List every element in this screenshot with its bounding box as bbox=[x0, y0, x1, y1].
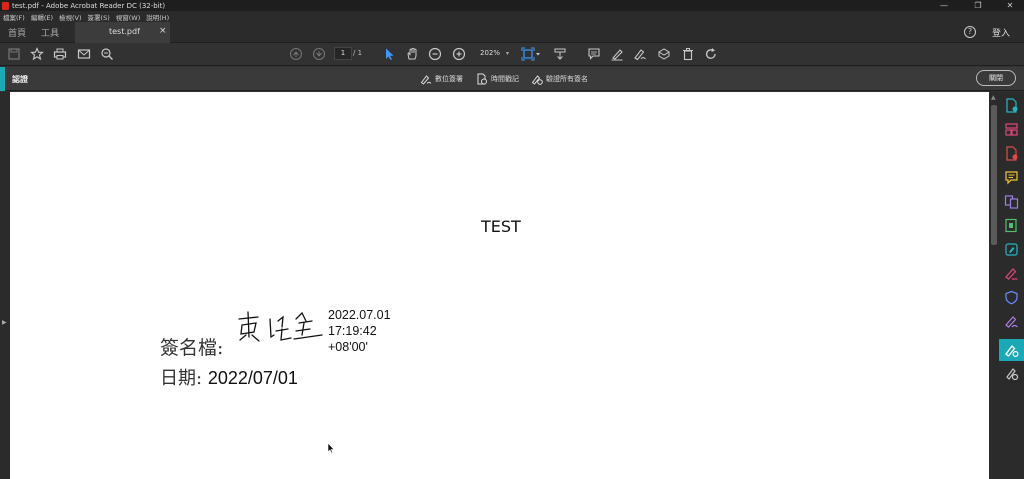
signature-label: 簽名檔: bbox=[160, 337, 224, 359]
verify-sign-icon bbox=[531, 75, 543, 85]
zoom-in-icon[interactable] bbox=[452, 47, 466, 61]
print-icon[interactable] bbox=[53, 47, 67, 61]
date-field: 日期: 2022/07/01 bbox=[160, 364, 298, 390]
verify-signatures-label: 驗證所有簽名 bbox=[546, 75, 588, 83]
tab-home[interactable]: 首頁 bbox=[8, 26, 26, 39]
menu-help[interactable]: 說明(H) bbox=[146, 12, 169, 22]
zoom-value: 202% bbox=[480, 49, 501, 57]
vertical-scrollbar[interactable]: ▲ bbox=[989, 92, 999, 479]
document-title: TEST bbox=[481, 217, 521, 236]
scroll-up-icon[interactable]: ▲ bbox=[991, 94, 996, 101]
zoom-select[interactable]: 202% ▾ bbox=[474, 47, 514, 60]
mouse-cursor-icon bbox=[327, 442, 335, 454]
close-tool-button[interactable]: 關閉 bbox=[976, 70, 1016, 86]
combine-files-icon[interactable] bbox=[1004, 194, 1019, 209]
handwritten-signature[interactable] bbox=[236, 307, 328, 347]
tool-accent-strip bbox=[0, 67, 5, 91]
hand-tool-icon[interactable] bbox=[405, 47, 419, 61]
verify-signatures-button[interactable]: 驗證所有簽名 bbox=[531, 73, 588, 85]
document-clock-icon bbox=[477, 73, 487, 85]
login-button[interactable]: 登入 bbox=[992, 26, 1010, 39]
tab-close-icon[interactable]: × bbox=[159, 26, 167, 36]
delete-icon[interactable] bbox=[681, 47, 695, 61]
create-pdf-icon[interactable] bbox=[1004, 98, 1019, 113]
signature-timestamp: 2022.07.01 17:19:42 +08'00' bbox=[328, 307, 391, 355]
chevron-down-icon: ▾ bbox=[505, 50, 509, 57]
previous-page-icon[interactable] bbox=[289, 47, 303, 61]
page-total: / 1 bbox=[353, 49, 363, 57]
stamp-icon[interactable] bbox=[657, 47, 671, 61]
organize-pages-icon[interactable] bbox=[1004, 122, 1019, 137]
menu-file[interactable]: 檔案(F) bbox=[3, 12, 25, 22]
save-icon[interactable] bbox=[7, 47, 21, 61]
comment-tool-icon[interactable] bbox=[1004, 170, 1019, 185]
scrollbar-thumb[interactable] bbox=[991, 105, 997, 245]
tab-tools[interactable]: 工具 bbox=[41, 26, 59, 39]
help-icon[interactable]: ? bbox=[964, 26, 976, 38]
fit-page-icon[interactable] bbox=[521, 47, 541, 61]
more-tools-icon[interactable] bbox=[1004, 366, 1019, 381]
certificates-toolbar: 認證 數位簽署 時間戳記 驗證所有簽名 bbox=[0, 67, 1024, 91]
signature-time: 17:19:42 bbox=[328, 324, 377, 338]
menu-window[interactable]: 視窗(W) bbox=[116, 12, 141, 22]
certificates-tool-icon[interactable] bbox=[999, 339, 1024, 361]
document-page[interactable] bbox=[10, 92, 989, 479]
next-page-icon[interactable] bbox=[312, 47, 326, 61]
left-panel: ▶ bbox=[0, 92, 10, 479]
rotate-icon[interactable] bbox=[704, 47, 718, 61]
protect-shield-icon[interactable] bbox=[1004, 290, 1019, 305]
signature-timezone: +08'00' bbox=[328, 340, 368, 354]
menu-sign[interactable]: 簽署(S) bbox=[88, 12, 110, 22]
window-titlebar: test.pdf - Adobe Acrobat Reader DC (32-b… bbox=[0, 0, 1024, 11]
fill-sign-icon[interactable] bbox=[1004, 266, 1019, 281]
certificates-title: 認證 bbox=[12, 75, 28, 84]
window-title: test.pdf - Adobe Acrobat Reader DC (32-b… bbox=[12, 1, 166, 10]
zoom-out-icon[interactable] bbox=[428, 47, 442, 61]
select-cursor-icon[interactable] bbox=[382, 47, 396, 61]
comment-icon[interactable] bbox=[587, 47, 601, 61]
signature-date: 2022.07.01 bbox=[328, 308, 391, 322]
draw-sign-icon[interactable] bbox=[633, 47, 647, 61]
timestamp-button[interactable]: 時間戳記 bbox=[476, 73, 519, 85]
page-number-input[interactable]: 1 bbox=[334, 47, 352, 60]
right-tools-rail bbox=[999, 92, 1024, 479]
close-window-button[interactable]: ✕ bbox=[996, 0, 1024, 11]
date-label: 日期: bbox=[160, 368, 203, 389]
tab-document[interactable]: test.pdf × bbox=[75, 22, 170, 43]
acrobat-icon bbox=[2, 1, 9, 10]
menu-view[interactable]: 檢視(V) bbox=[59, 12, 82, 22]
compress-pdf-icon[interactable] bbox=[1004, 218, 1019, 233]
export-pdf-icon[interactable] bbox=[1004, 146, 1019, 161]
tab-document-label: test.pdf bbox=[109, 27, 140, 36]
digital-sign-button[interactable]: 數位簽署 bbox=[420, 73, 463, 85]
restore-button[interactable]: ❐ bbox=[964, 0, 992, 11]
timestamp-label: 時間戳記 bbox=[491, 75, 519, 83]
pen-sign-icon bbox=[420, 75, 432, 85]
edit-pdf-icon[interactable] bbox=[1004, 242, 1019, 257]
search-icon[interactable] bbox=[100, 47, 114, 61]
email-icon[interactable] bbox=[77, 47, 91, 61]
scroll-mode-icon[interactable] bbox=[553, 47, 567, 61]
date-value: 2022/07/01 bbox=[207, 368, 298, 388]
digital-sign-label: 數位簽署 bbox=[435, 75, 463, 83]
menu-bar: 檔案(F) 編輯(E) 檢視(V) 簽署(S) 視窗(W) 說明(H) bbox=[0, 11, 1024, 22]
bookmark-star-icon[interactable] bbox=[30, 47, 44, 61]
tab-bar: 首頁 工具 test.pdf × bbox=[0, 22, 1024, 43]
minimize-button[interactable]: — bbox=[930, 0, 958, 11]
menu-edit[interactable]: 編輯(E) bbox=[31, 12, 53, 22]
expand-panel-icon[interactable]: ▶ bbox=[2, 319, 7, 326]
request-sign-icon[interactable] bbox=[1004, 314, 1019, 329]
highlight-pen-icon[interactable] bbox=[610, 47, 624, 61]
